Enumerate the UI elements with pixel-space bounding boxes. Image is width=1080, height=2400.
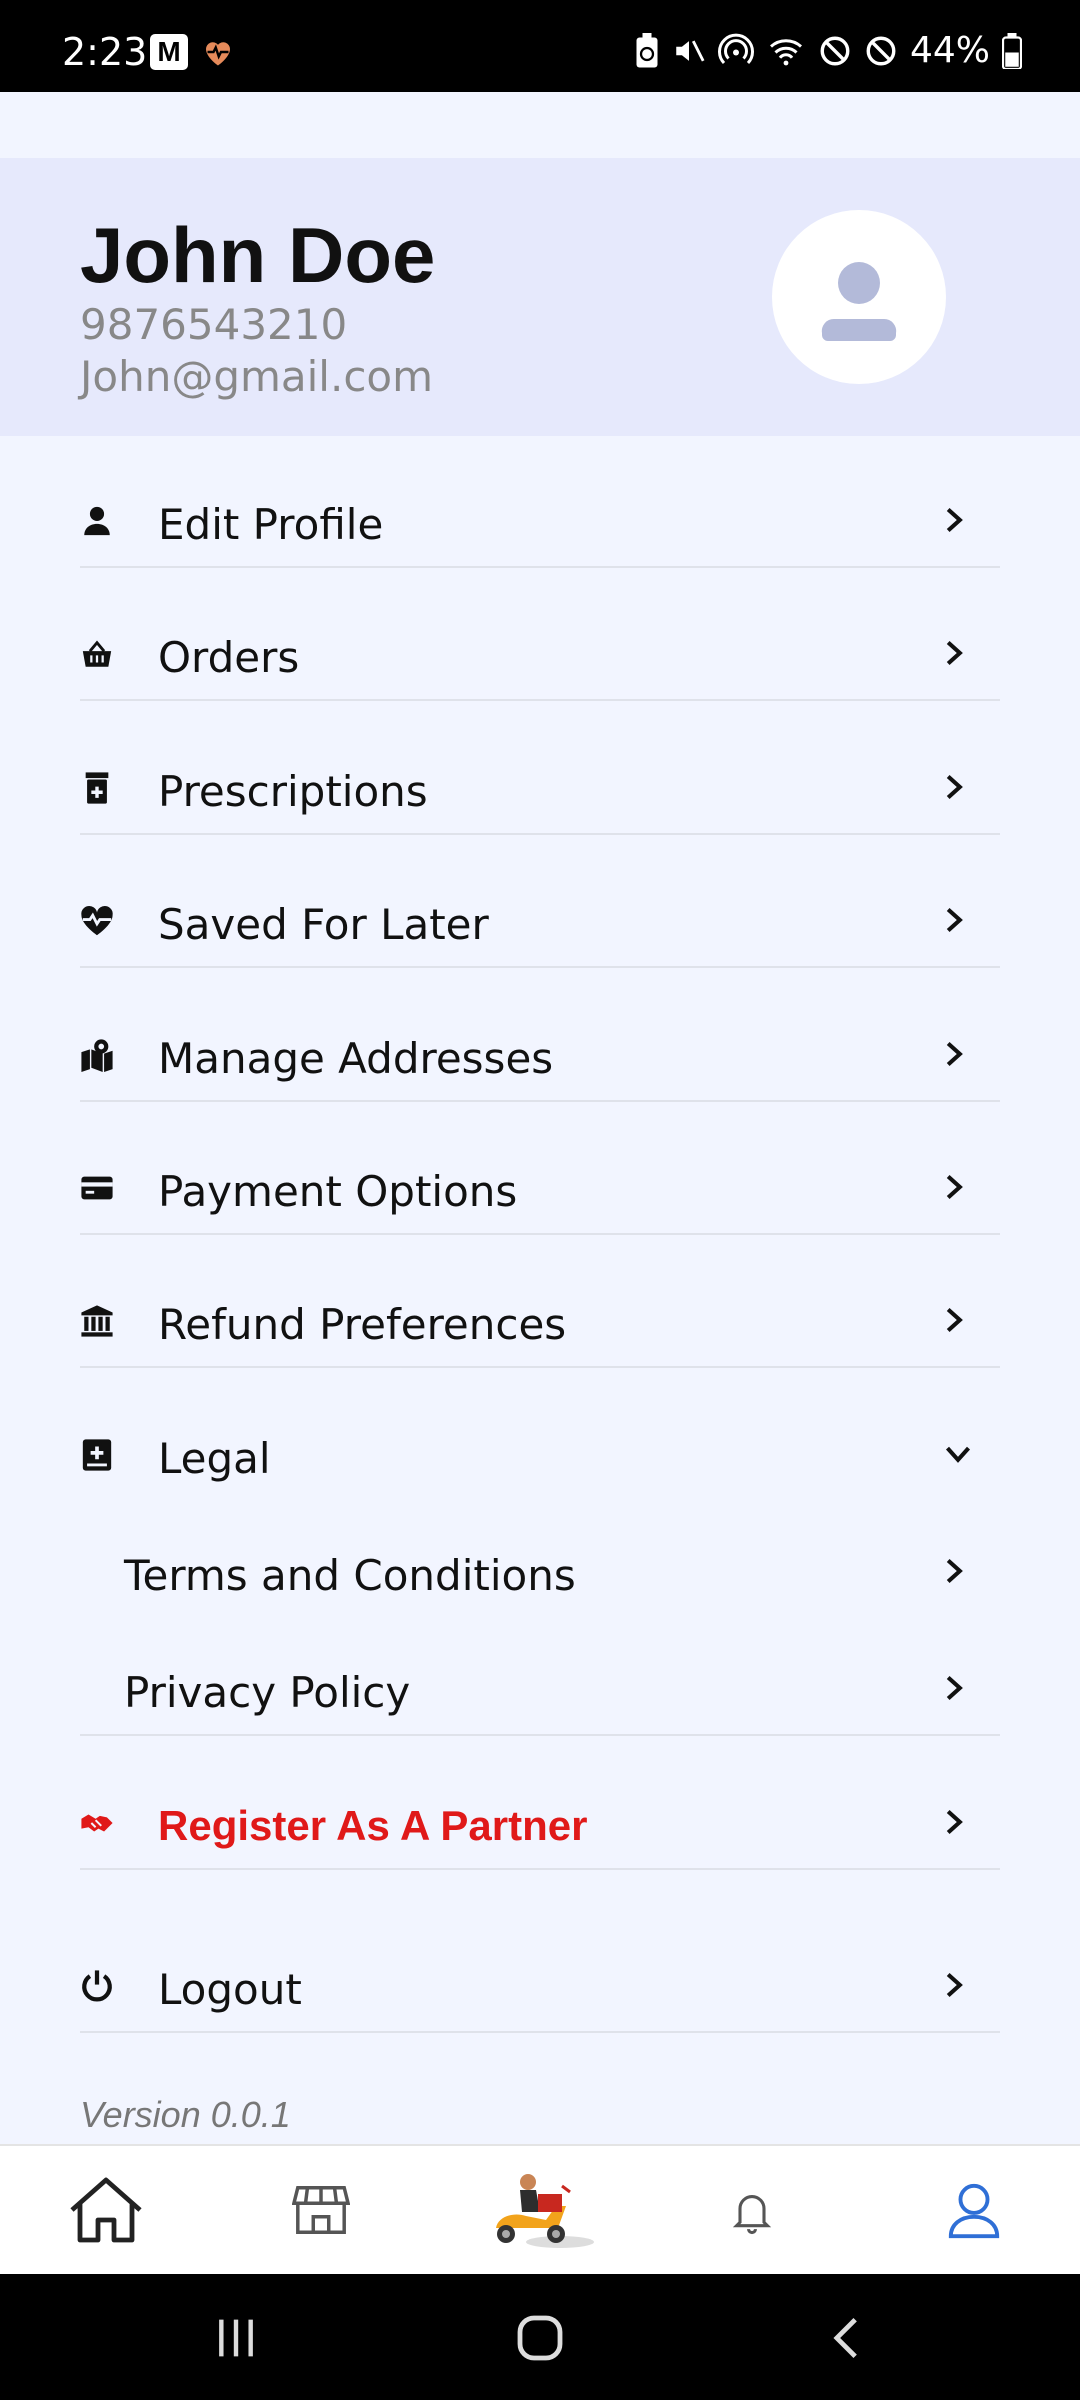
chevron-right-icon — [946, 1809, 963, 1835]
basket-icon — [82, 640, 112, 667]
battery-saver-icon — [636, 32, 658, 67]
profile-name: John Doe — [80, 211, 436, 299]
nav-store[interactable] — [291, 2180, 352, 2260]
chevron-right-icon — [946, 774, 963, 800]
avatar[interactable] — [772, 210, 946, 384]
bottom-nav — [0, 2144, 1080, 2274]
legal-subitem-privacy[interactable]: Privacy Policy — [80, 1636, 1000, 1736]
menu-item-edit-profile[interactable]: Edit Profile — [80, 468, 1000, 568]
nav-delivery[interactable] — [486, 2168, 596, 2248]
block-icon — [820, 36, 850, 65]
menu-item-label: Prescriptions — [158, 767, 428, 816]
back-icon[interactable] — [824, 2314, 868, 2362]
menu-item-manage-addresses[interactable]: Manage Addresses — [80, 1002, 1000, 1102]
battery-icon — [1002, 32, 1022, 69]
status-left-icons: M — [150, 34, 236, 70]
home-icon — [70, 2177, 142, 2243]
status-right-icons: 44% — [634, 30, 1022, 71]
menu-item-refund-preferences[interactable]: Refund Preferences — [80, 1268, 1000, 1368]
battery-percent: 44% — [909, 30, 990, 71]
mute-icon — [676, 39, 705, 62]
profile-icon — [948, 2183, 1000, 2239]
nav-notifications[interactable] — [731, 2188, 775, 2268]
hotspot-icon — [718, 33, 754, 64]
wifi-icon — [769, 38, 802, 65]
gmail-m-icon: M — [150, 34, 188, 70]
map-location-icon — [81, 1039, 113, 1072]
chevron-right-icon — [946, 640, 963, 666]
chevron-right-icon — [946, 907, 963, 933]
profile-email: John@gmail.com — [80, 352, 434, 401]
chevron-down-icon — [945, 1446, 971, 1463]
chevron-right-icon — [946, 1041, 963, 1067]
menu-item-label: Legal — [158, 1434, 271, 1483]
block-icon — [866, 36, 896, 65]
app-version: Version 0.0.1 — [80, 2094, 291, 2135]
handshake-icon — [81, 1814, 113, 1832]
menu-item-label: Payment Options — [158, 1167, 518, 1216]
logout-label: Logout — [158, 1965, 302, 2014]
nav-home[interactable] — [66, 2170, 146, 2250]
menu-item-payment-options[interactable]: Payment Options — [80, 1135, 1000, 1235]
menu-item-orders[interactable]: Orders — [80, 601, 1000, 701]
profile-header: John Doe 9876543210 John@gmail.com — [0, 158, 1080, 436]
menu-item-prescriptions[interactable]: Prescriptions — [80, 735, 1000, 835]
chevron-right-icon — [946, 1307, 963, 1333]
menu-item-label: Refund Preferences — [158, 1300, 567, 1349]
delivery-scooter-icon — [496, 2174, 594, 2248]
menu-item-saved-for-later[interactable]: Saved For Later — [80, 868, 1000, 968]
profile-phone: 9876543210 — [80, 300, 348, 349]
chevron-right-icon — [946, 1675, 963, 1701]
medical-book-icon — [82, 1439, 112, 1471]
nav-profile[interactable] — [946, 2182, 1002, 2262]
subitem-label: Terms and Conditions — [124, 1551, 576, 1600]
power-icon — [82, 1970, 112, 2002]
legal-subitem-terms[interactable]: Terms and Conditions — [80, 1519, 1000, 1619]
person-icon — [84, 506, 110, 536]
logout-button[interactable]: Logout — [80, 1933, 1000, 2033]
menu-item-label: Edit Profile — [158, 500, 384, 549]
chevron-right-icon — [946, 1174, 963, 1200]
register-partner-button[interactable]: Register As A Partner — [80, 1770, 1000, 1870]
chevron-right-icon — [946, 507, 963, 533]
credit-card-icon — [81, 1176, 113, 1200]
heart-pulse-icon — [81, 905, 113, 936]
menu-item-label: Manage Addresses — [158, 1034, 554, 1083]
system-nav-bar — [0, 2274, 1080, 2400]
bank-icon — [81, 1305, 113, 1337]
store-icon — [291, 2185, 351, 2234]
chevron-right-icon — [946, 1558, 963, 1584]
subitem-label: Privacy Policy — [124, 1668, 411, 1717]
prescription-bottle-icon — [85, 772, 109, 804]
menu-item-legal[interactable]: Legal — [80, 1402, 1000, 1502]
chevron-right-icon — [946, 1972, 963, 1998]
status-time: 2:23 — [62, 30, 148, 74]
home-button-icon[interactable] — [516, 2314, 564, 2362]
recent-apps-icon[interactable] — [214, 2316, 258, 2360]
status-bar: 2:23 M 44% — [0, 0, 1080, 92]
user-avatar-icon — [821, 262, 897, 341]
bell-icon — [732, 2195, 772, 2235]
menu-item-label: Orders — [158, 633, 300, 682]
menu-item-label: Saved For Later — [158, 900, 489, 949]
partner-label: Register As A Partner — [158, 1802, 588, 1849]
heart-health-icon — [206, 42, 230, 66]
